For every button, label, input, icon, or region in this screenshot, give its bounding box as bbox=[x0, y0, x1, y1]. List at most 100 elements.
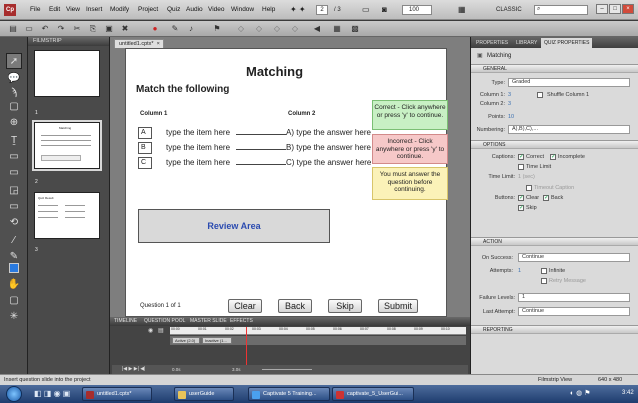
close-button[interactable]: × bbox=[622, 4, 634, 14]
review-area[interactable]: Review Area bbox=[138, 209, 330, 243]
skip-checkbox[interactable] bbox=[518, 204, 524, 211]
match-key-b[interactable]: B bbox=[138, 142, 152, 154]
back-button[interactable]: Back bbox=[278, 299, 312, 313]
lock-icon[interactable]: ▤ bbox=[158, 327, 164, 334]
menu-file[interactable]: File bbox=[30, 6, 40, 13]
record-button-icon[interactable]: ● bbox=[150, 24, 160, 34]
clear-checkbox[interactable] bbox=[518, 194, 524, 201]
snap-icon[interactable]: ▩ bbox=[350, 24, 360, 34]
on-success-select[interactable]: Continue bbox=[518, 253, 630, 262]
options-section[interactable]: OPTIONS bbox=[471, 140, 638, 149]
nav-arrows-icon[interactable]: ✦ ✦ bbox=[290, 5, 306, 14]
zoom-tool-icon[interactable]: ⊕ bbox=[6, 115, 22, 131]
close-tab-icon[interactable]: × bbox=[157, 41, 160, 47]
match-answer-b[interactable]: B) type the answer here bbox=[286, 143, 371, 152]
match-key-a[interactable]: A bbox=[138, 127, 152, 139]
brush-icon[interactable]: ⚑ bbox=[212, 24, 222, 34]
menu-window[interactable]: Window bbox=[231, 6, 254, 13]
slide-canvas[interactable]: Matching Match the following Column 1 Co… bbox=[125, 48, 448, 317]
attempts-value[interactable]: 1 bbox=[518, 268, 521, 274]
zoom-slider[interactable] bbox=[262, 369, 312, 370]
task-training[interactable]: Captivate 5 Training... bbox=[248, 387, 330, 401]
timeline-bar-active[interactable]: Active (2.0) bbox=[172, 337, 200, 344]
failure-levels-select[interactable]: 1 bbox=[518, 293, 630, 302]
task-userguide-doc[interactable]: captivate_5_UserGui... bbox=[332, 387, 414, 401]
tab-effects[interactable]: EFFECTS bbox=[230, 317, 253, 326]
action-section[interactable]: ACTION bbox=[471, 237, 638, 246]
slide-heading[interactable]: Matching bbox=[246, 64, 303, 79]
paste-icon[interactable]: ▣ bbox=[104, 24, 114, 34]
copy-icon[interactable]: ⎘ bbox=[88, 24, 98, 34]
grid-icon[interactable]: ▦ bbox=[332, 24, 342, 34]
start-button[interactable] bbox=[6, 386, 22, 402]
align-icon[interactable]: ◀ bbox=[312, 24, 322, 34]
time-limit-value[interactable]: 1 (sec) bbox=[518, 174, 535, 180]
box-tool-icon[interactable]: ▭ bbox=[6, 165, 22, 181]
click-box-tool-icon[interactable]: ◲ bbox=[6, 183, 22, 199]
skip-button[interactable]: Skip bbox=[328, 299, 362, 313]
animation-tool-icon[interactable]: ⟲ bbox=[6, 215, 22, 231]
menu-insert[interactable]: Insert bbox=[86, 6, 102, 13]
minimize-button[interactable]: – bbox=[596, 4, 608, 14]
play-icon[interactable]: |◀ ▶ ▶| ◀| bbox=[122, 366, 145, 372]
incomplete-checkbox[interactable] bbox=[550, 153, 556, 160]
audio-icon[interactable]: ♪ bbox=[186, 24, 196, 34]
reporting-section[interactable]: REPORTING bbox=[471, 325, 638, 334]
stroke-color-swatch[interactable] bbox=[9, 263, 19, 273]
menu-project[interactable]: Project bbox=[138, 6, 158, 13]
effects-tool-icon[interactable]: ✳ bbox=[6, 309, 22, 325]
match-item-b[interactable]: type the item here bbox=[166, 143, 230, 152]
delete-icon[interactable]: ✖ bbox=[120, 24, 130, 34]
correct-caption[interactable]: Correct - Click anywhere or press 'y' to… bbox=[372, 100, 448, 130]
redo-icon[interactable]: ↷ bbox=[56, 24, 66, 34]
shape2-icon[interactable]: ◇ bbox=[254, 24, 264, 34]
button-tool-icon[interactable]: ▭ bbox=[6, 199, 22, 215]
menu-help[interactable]: Help bbox=[262, 6, 275, 13]
timeline-ruler[interactable]: 00:00 00:01 00:02 00:03 00:04 00:05 00:0… bbox=[170, 327, 466, 335]
tab-timeline[interactable]: TIMELINE bbox=[114, 317, 137, 326]
numbering-select[interactable]: A),B),C),... bbox=[508, 125, 630, 134]
match-item-c[interactable]: type the item here bbox=[166, 158, 230, 167]
shape-icon[interactable]: ◇ bbox=[236, 24, 246, 34]
open-icon[interactable]: ▭ bbox=[24, 24, 34, 34]
image-tool-icon[interactable]: ▭ bbox=[6, 149, 22, 165]
layout-icon[interactable]: ▦ bbox=[458, 5, 466, 14]
timeline-bar-inactive[interactable]: Inactive (1... bbox=[202, 337, 232, 344]
column1-value[interactable]: 3 bbox=[508, 92, 511, 98]
edit-icon[interactable]: ✎ bbox=[170, 24, 180, 34]
zoom-select[interactable]: 100 bbox=[402, 5, 432, 15]
menu-edit[interactable]: Edit bbox=[49, 6, 60, 13]
clear-button[interactable]: Clear bbox=[228, 299, 262, 313]
match-item-a[interactable]: type the item here bbox=[166, 128, 230, 137]
match-answer-a[interactable]: A) type the answer here bbox=[286, 128, 371, 137]
highlight-tool-icon[interactable]: ▢ bbox=[6, 99, 22, 115]
system-tray-icons[interactable]: ◐ ◍ ⚑ bbox=[570, 389, 591, 397]
undo-icon[interactable]: ↶ bbox=[40, 24, 50, 34]
match-answer-c[interactable]: C) type the answer here bbox=[286, 158, 371, 167]
slide-thumbnail-2[interactable]: Matching bbox=[32, 120, 102, 171]
timeout-caption-checkbox[interactable] bbox=[526, 185, 532, 191]
monitor-icon[interactable]: ▭ bbox=[362, 5, 370, 14]
text-tool-icon[interactable]: Ṯ bbox=[6, 133, 22, 149]
task-userguide[interactable]: userGuide bbox=[174, 387, 234, 401]
menu-modify[interactable]: Modify bbox=[110, 6, 129, 13]
maximize-button[interactable]: □ bbox=[609, 4, 621, 14]
tab-master-slide[interactable]: MASTER SLIDE bbox=[190, 317, 227, 326]
points-value[interactable]: 10 bbox=[508, 114, 514, 120]
menu-audio[interactable]: Audio bbox=[186, 6, 203, 13]
shape3-icon[interactable]: ◇ bbox=[272, 24, 282, 34]
task-captivate[interactable]: untitled1.cptx* bbox=[82, 387, 152, 401]
clock[interactable]: 3:42 bbox=[622, 390, 634, 396]
general-section[interactable]: GENERAL bbox=[471, 64, 638, 73]
retry-message-checkbox[interactable] bbox=[541, 278, 547, 284]
tab-properties[interactable]: PROPERTIES bbox=[473, 38, 511, 48]
match-key-c[interactable]: C bbox=[138, 157, 152, 169]
record-icon[interactable]: ◙ bbox=[382, 5, 387, 14]
cut-icon[interactable]: ✂ bbox=[72, 24, 82, 34]
time-limit-checkbox[interactable] bbox=[518, 164, 524, 170]
hand-tool-icon[interactable]: ✋ bbox=[6, 277, 22, 293]
eye-icon[interactable]: ◉ bbox=[148, 327, 153, 334]
tab-quiz-properties[interactable]: QUIZ PROPERTIES bbox=[541, 38, 593, 48]
playhead[interactable] bbox=[246, 327, 247, 367]
tab-library[interactable]: LIBRARY bbox=[513, 38, 540, 48]
